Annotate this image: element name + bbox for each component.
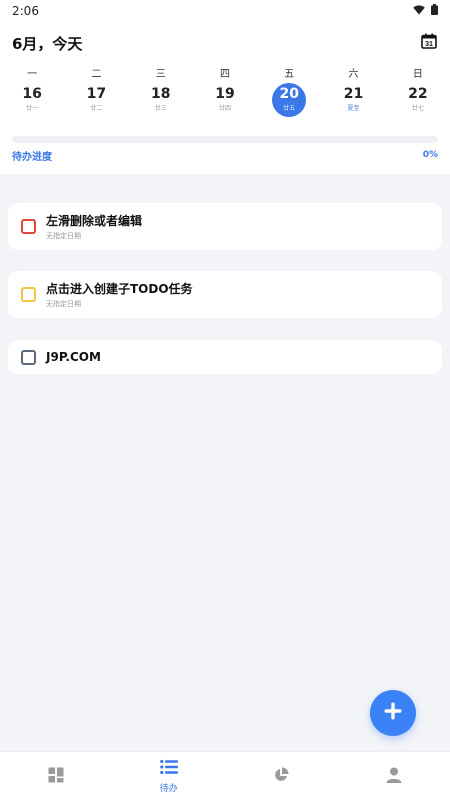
profile-icon	[386, 767, 402, 787]
weekday-label: 四	[219, 69, 230, 80]
list-icon	[159, 759, 178, 779]
pie-chart-icon	[273, 767, 289, 787]
weekday-label: 一	[27, 69, 38, 80]
day-row: 16 廿一 17 廿二 18 廿三 19 廿四 20 廿五 21 夏至 22 廿…	[0, 82, 450, 118]
lunar-date: 夏至	[347, 105, 360, 112]
lunar-date: 廿一	[26, 105, 39, 112]
day-cell[interactable]: 17 廿二	[64, 82, 128, 118]
task-item[interactable]: 点击进入创建子TODO任务 无指定日期	[8, 271, 442, 318]
page-title: 6月，今天	[12, 34, 83, 53]
progress-label: 待办进度	[12, 151, 52, 163]
task-due-date: 无指定日期	[46, 299, 81, 308]
add-task-button[interactable]	[370, 690, 416, 736]
weekday-label: 二	[91, 69, 102, 80]
day-number: 18	[150, 86, 171, 102]
weekday-label: 五	[284, 69, 295, 80]
task-title: 左滑删除或者编辑	[46, 213, 143, 228]
day-number: 21	[343, 86, 364, 102]
svg-text:31: 31	[425, 41, 433, 48]
day-number: 19	[215, 86, 235, 102]
day-number: 22	[408, 86, 428, 102]
battery-icon	[431, 4, 438, 18]
bottom-nav: 待办	[0, 751, 450, 800]
app-screen: 2:06 6月，今天 31 一 二 三 四 五 六 日 16 廿一 17 廿二 …	[0, 0, 450, 800]
day-cell[interactable]: 21 夏至	[321, 82, 385, 118]
lunar-date: 廿三	[154, 105, 167, 112]
day-number: 20	[279, 86, 299, 102]
title-row: 6月，今天 31	[12, 32, 438, 54]
status-time: 2:06	[12, 4, 39, 18]
task-item[interactable]: J9P.COM	[8, 340, 442, 374]
day-cell[interactable]: 19 廿四	[193, 82, 257, 118]
task-due-date: 无指定日期	[46, 231, 81, 240]
calendar-button[interactable]: 31	[420, 33, 438, 53]
status-bar: 2:06	[0, 0, 450, 22]
task-text: 左滑删除或者编辑 无指定日期	[46, 213, 142, 241]
task-title: J9P.COM	[46, 350, 101, 364]
weekday-label: 三	[155, 69, 166, 80]
lunar-date: 廿七	[411, 105, 424, 112]
day-cell[interactable]: 16 廿一	[0, 82, 64, 118]
day-cell-selected[interactable]: 20 廿五	[257, 82, 321, 118]
lunar-date: 廿五	[283, 105, 296, 112]
weekday-label: 日	[412, 69, 423, 80]
nav-item-stats[interactable]	[225, 752, 338, 800]
progress-value: 0%	[422, 150, 438, 160]
progress-row: 待办进度 0%	[12, 148, 438, 163]
nav-item-dashboard[interactable]	[0, 752, 113, 800]
selected-day-bubble: 20 廿五	[272, 83, 307, 117]
calendar-header: 6月，今天 31 一 二 三 四 五 六 日 16 廿一 17 廿二 18 廿三…	[0, 22, 450, 174]
task-checkbox[interactable]	[21, 349, 36, 365]
weekday-label: 六	[348, 69, 359, 80]
weekday-row: 一 二 三 四 五 六 日	[0, 65, 450, 80]
lunar-date: 廿二	[90, 105, 103, 112]
nav-item-todo[interactable]: 待办	[113, 752, 226, 800]
dashboard-icon	[48, 767, 64, 787]
calendar-icon: 31	[421, 33, 437, 53]
task-text: J9P.COM	[46, 349, 101, 365]
day-number: 17	[86, 86, 107, 102]
task-item[interactable]: 左滑删除或者编辑 无指定日期	[8, 203, 442, 250]
task-title: 点击进入创建子TODO任务	[46, 281, 193, 296]
task-text: 点击进入创建子TODO任务 无指定日期	[46, 281, 193, 309]
day-number: 16	[22, 86, 42, 102]
task-checkbox[interactable]	[21, 287, 36, 302]
wifi-icon	[413, 4, 425, 18]
day-cell[interactable]: 18 廿三	[129, 82, 193, 118]
day-cell[interactable]: 22 廿七	[386, 82, 450, 118]
nav-item-profile[interactable]	[338, 752, 450, 800]
plus-icon	[383, 701, 403, 725]
nav-label-todo: 待办	[159, 784, 178, 794]
task-checkbox[interactable]	[21, 219, 36, 234]
status-icons	[413, 4, 438, 18]
progress-bar	[12, 136, 438, 143]
lunar-date: 廿四	[218, 105, 231, 112]
